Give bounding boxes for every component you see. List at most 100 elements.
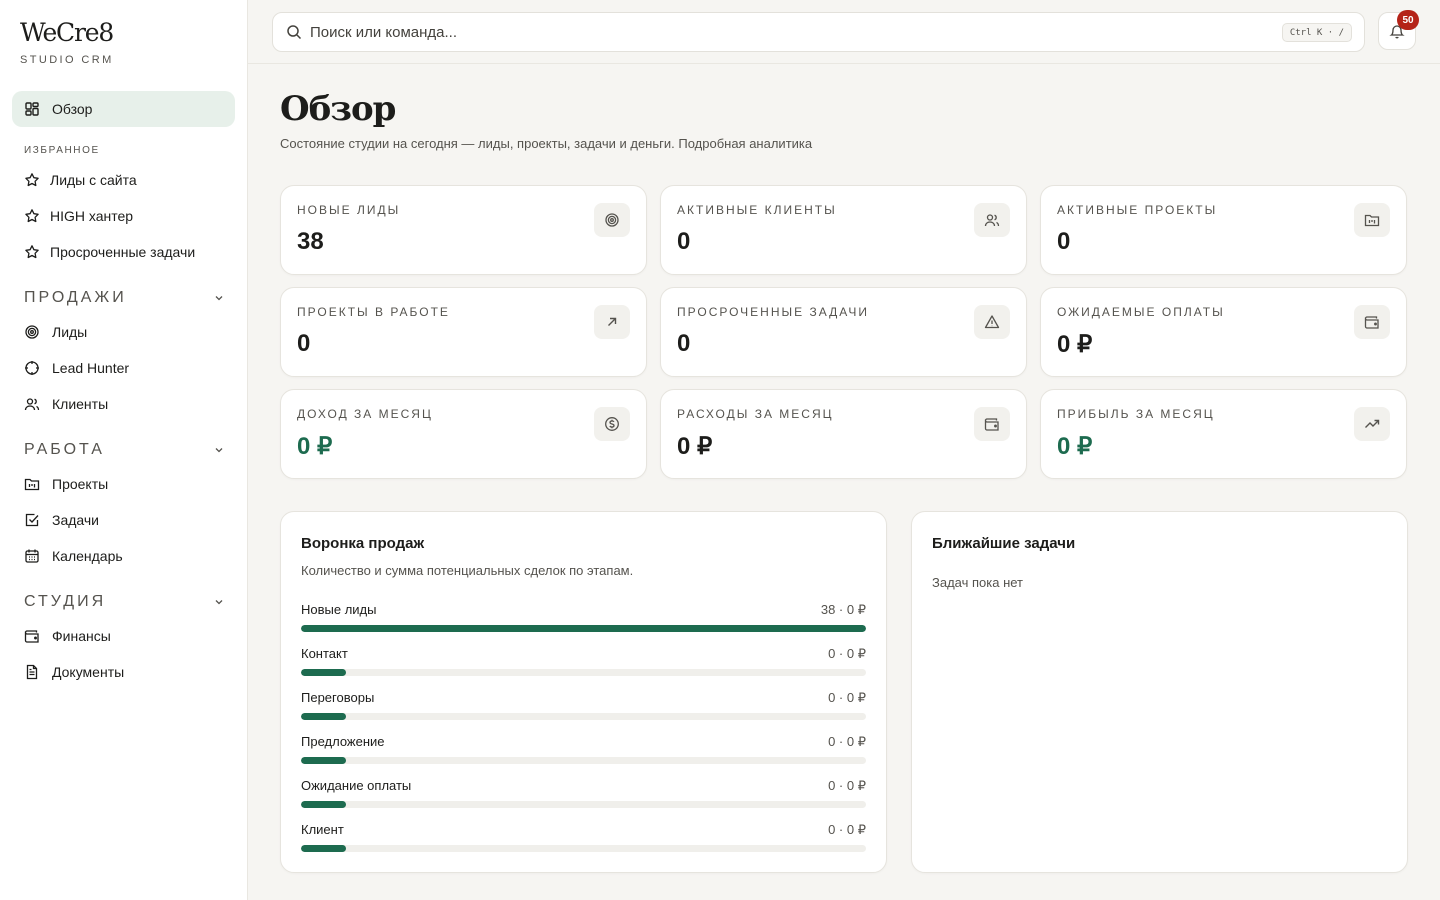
search-input[interactable]: Поиск или команда... Ctrl K · / bbox=[272, 12, 1365, 52]
brand-subtitle: STUDIO CRM bbox=[20, 54, 114, 66]
sidebar-item-overdue-tasks[interactable]: Просроченные задачи bbox=[12, 234, 235, 270]
sidebar-item-label: Лиды bbox=[52, 324, 88, 340]
panel-title: Воронка продаж bbox=[301, 535, 425, 552]
stat-card-new-leads[interactable]: НОВЫЕ ЛИДЫ 38 bbox=[280, 185, 647, 275]
sidebar-item-leads[interactable]: Лиды bbox=[12, 314, 235, 350]
stat-label: РАСХОДЫ ЗА МЕСЯЦ bbox=[677, 407, 834, 421]
sidebar-item-label: Просроченные задачи bbox=[50, 244, 196, 260]
stage-bar-fill bbox=[301, 757, 347, 764]
funnel-stage[interactable]: Предложение 0 · 0 ₽ bbox=[301, 734, 866, 764]
sales-funnel-panel: Воронка продаж Количество и сумма потенц… bbox=[280, 511, 887, 873]
stage-bar-fill bbox=[301, 669, 347, 676]
stage-name: Клиент bbox=[301, 822, 344, 837]
funnel-stage[interactable]: Клиент 0 · 0 ₽ bbox=[301, 822, 866, 852]
stage-name: Новые лиды bbox=[301, 602, 377, 617]
page-subtitle: Состояние студии на сегодня — лиды, прое… bbox=[280, 136, 813, 151]
group-studio-toggle[interactable]: СТУДИЯ bbox=[24, 592, 224, 612]
sidebar-item-label: Задачи bbox=[52, 512, 100, 528]
panel-subtitle: Количество и сумма потенциальных сделок … bbox=[301, 563, 634, 578]
sidebar-item-label: Документы bbox=[52, 664, 125, 680]
funnel-stage[interactable]: Ожидание оплаты 0 · 0 ₽ bbox=[301, 778, 866, 808]
stat-label: ОЖИДАЕМЫЕ ОПЛАТЫ bbox=[1057, 305, 1225, 319]
stat-value: 0 bbox=[677, 330, 691, 357]
users-icon bbox=[974, 203, 1010, 237]
sidebar-item-label: Финансы bbox=[52, 628, 111, 644]
calendar-icon bbox=[24, 548, 40, 564]
stat-value: 38 bbox=[297, 228, 324, 255]
upcoming-tasks-panel: Ближайшие задачи Задач пока нет bbox=[911, 511, 1408, 873]
chevron-down-icon bbox=[215, 296, 223, 301]
stage-bar-fill bbox=[301, 713, 347, 720]
sidebar-item-calendar[interactable]: Календарь bbox=[12, 538, 235, 574]
sidebar-item-overview[interactable]: Обзор bbox=[12, 91, 235, 127]
stage-value: 0 · 0 ₽ bbox=[828, 646, 866, 661]
sidebar-item-tasks[interactable]: Задачи bbox=[12, 502, 235, 538]
stat-label: НОВЫЕ ЛИДЫ bbox=[297, 203, 401, 217]
sidebar-item-site-leads[interactable]: Лиды с сайта bbox=[12, 162, 235, 198]
stage-bar-track bbox=[301, 669, 866, 676]
stat-value: 0 ₽ bbox=[297, 433, 333, 460]
sidebar-item-label: Lead Hunter bbox=[52, 360, 130, 376]
sidebar-item-finance[interactable]: Финансы bbox=[12, 618, 235, 654]
brand-logo[interactable]: WeCre8 STUDIO CRM bbox=[20, 18, 114, 66]
wallet-icon bbox=[1354, 305, 1390, 339]
alert-triangle-icon bbox=[974, 305, 1010, 339]
target-icon bbox=[594, 203, 630, 237]
stat-card-projects-in-progress[interactable]: ПРОЕКТЫ В РАБОТЕ 0 bbox=[280, 287, 647, 377]
star-icon bbox=[24, 172, 40, 188]
stat-label: ДОХОД ЗА МЕСЯЦ bbox=[297, 407, 433, 421]
stage-value: 0 · 0 ₽ bbox=[828, 690, 866, 705]
sidebar-item-label: Клиенты bbox=[52, 396, 109, 412]
stage-bar-track bbox=[301, 713, 866, 720]
folder-kanban-icon bbox=[24, 476, 40, 492]
brand-name: WeCre8 bbox=[20, 18, 114, 47]
group-sales-toggle[interactable]: ПРОДАЖИ bbox=[24, 288, 224, 308]
empty-state-text: Задач пока нет bbox=[932, 575, 1024, 590]
stat-card-expected-payments[interactable]: ОЖИДАЕМЫЕ ОПЛАТЫ 0 ₽ bbox=[1040, 287, 1407, 377]
funnel-stage[interactable]: Новые лиды 38 · 0 ₽ bbox=[301, 602, 866, 632]
stat-value: 0 ₽ bbox=[1057, 433, 1093, 460]
stat-value: 0 ₽ bbox=[1057, 331, 1093, 358]
stat-label: АКТИВНЫЕ ПРОЕКТЫ bbox=[1057, 203, 1218, 217]
sidebar: WeCre8 STUDIO CRM Обзор ИЗБРАННОЕ Лиды с… bbox=[0, 0, 248, 900]
page-title: Обзор bbox=[280, 89, 396, 129]
arrow-up-right-icon bbox=[594, 305, 630, 339]
stat-card-active-projects[interactable]: АКТИВНЫЕ ПРОЕКТЫ 0 bbox=[1040, 185, 1407, 275]
stage-bar-track bbox=[301, 625, 866, 632]
stat-card-active-clients[interactable]: АКТИВНЫЕ КЛИЕНТЫ 0 bbox=[660, 185, 1027, 275]
group-title: РАБОТА bbox=[24, 441, 105, 458]
stat-card-monthly-expenses[interactable]: РАСХОДЫ ЗА МЕСЯЦ 0 ₽ bbox=[660, 389, 1027, 479]
stage-value: 0 · 0 ₽ bbox=[828, 822, 866, 837]
star-icon bbox=[24, 244, 40, 260]
funnel-stage[interactable]: Контакт 0 · 0 ₽ bbox=[301, 646, 866, 676]
sidebar-item-label: Проекты bbox=[52, 476, 109, 492]
sidebar-item-lead-hunter[interactable]: Lead Hunter bbox=[12, 350, 235, 386]
sidebar-item-clients[interactable]: Клиенты bbox=[12, 386, 235, 422]
stat-card-monthly-income[interactable]: ДОХОД ЗА МЕСЯЦ 0 ₽ bbox=[280, 389, 647, 479]
chevron-down-icon bbox=[215, 600, 223, 605]
stat-card-overdue-tasks[interactable]: ПРОСРОЧЕННЫЕ ЗАДАЧИ 0 bbox=[660, 287, 1027, 377]
stat-value: 0 bbox=[677, 228, 691, 255]
funnel-stage[interactable]: Переговоры 0 · 0 ₽ bbox=[301, 690, 866, 720]
stat-card-monthly-profit[interactable]: ПРИБЫЛЬ ЗА МЕСЯЦ 0 ₽ bbox=[1040, 389, 1407, 479]
stat-value: 0 ₽ bbox=[677, 433, 713, 460]
stage-bar-track bbox=[301, 757, 866, 764]
sidebar-item-high-hunter[interactable]: HIGH хантер bbox=[12, 198, 235, 234]
stat-value: 0 bbox=[1057, 228, 1071, 255]
trending-up-icon bbox=[1354, 407, 1390, 441]
sidebar-item-projects[interactable]: Проекты bbox=[12, 466, 235, 502]
stage-value: 0 · 0 ₽ bbox=[828, 734, 866, 749]
chevron-down-icon bbox=[215, 448, 223, 453]
stage-bar-fill bbox=[301, 801, 347, 808]
stage-bar-track bbox=[301, 801, 866, 808]
notifications-count-badge: 50 bbox=[1397, 10, 1419, 30]
stat-label: ПРИБЫЛЬ ЗА МЕСЯЦ bbox=[1057, 407, 1215, 421]
stage-value: 38 · 0 ₽ bbox=[820, 602, 866, 617]
stat-label: ПРОЕКТЫ В РАБОТЕ bbox=[297, 305, 450, 319]
stage-name: Контакт bbox=[301, 646, 348, 661]
favorites-heading: ИЗБРАННОЕ bbox=[24, 145, 100, 156]
sidebar-item-label: Лиды с сайта bbox=[50, 172, 137, 188]
group-work-toggle[interactable]: РАБОТА bbox=[24, 440, 224, 460]
wallet-icon bbox=[24, 628, 40, 644]
sidebar-item-documents[interactable]: Документы bbox=[12, 654, 235, 690]
